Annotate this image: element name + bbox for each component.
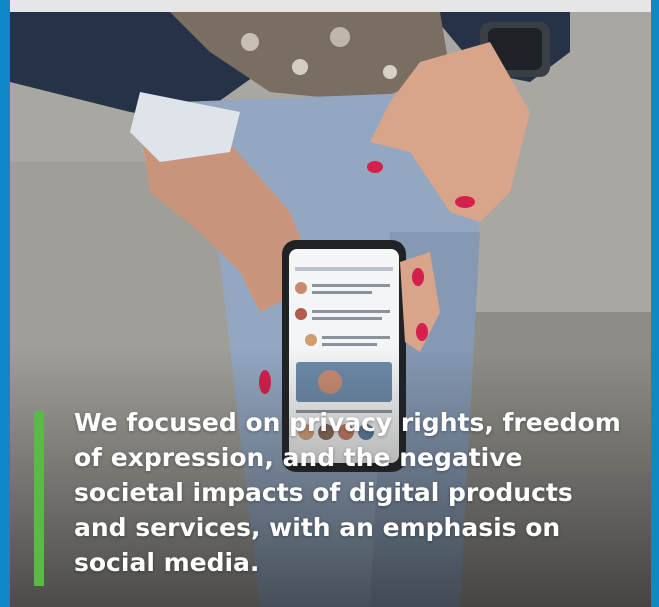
hero-card: We focused on privacy rights, freedom of…	[0, 0, 659, 607]
top-border	[0, 0, 659, 12]
pull-quote-text: We focused on privacy rights, freedom of…	[74, 408, 621, 577]
quote-accent-bar	[34, 411, 44, 586]
left-border	[0, 0, 10, 607]
right-border	[651, 0, 659, 607]
